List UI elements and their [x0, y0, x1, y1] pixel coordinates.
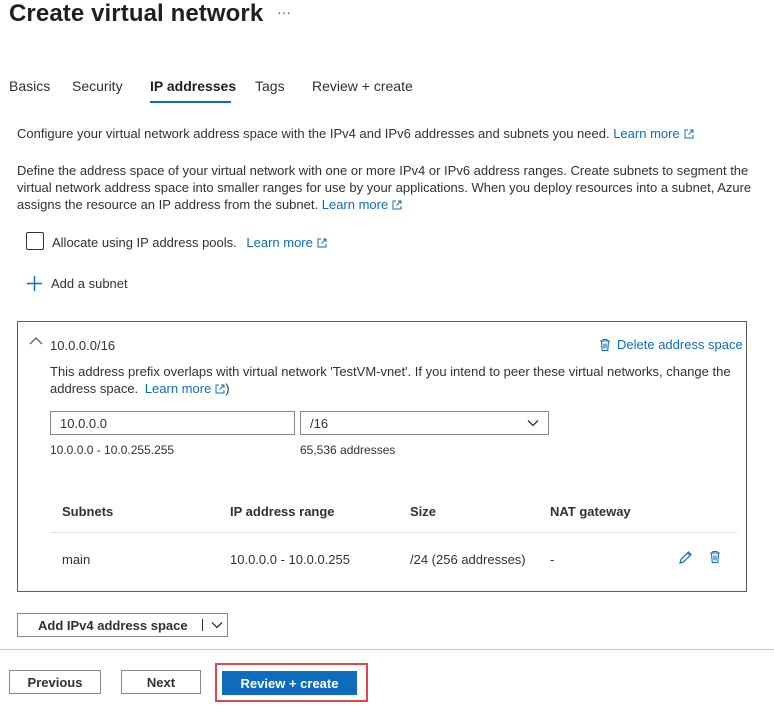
- address-space-title: 10.0.0.0/16: [50, 338, 116, 353]
- description-line: assigns the resource an IP address from …: [17, 196, 751, 213]
- delete-address-space-label: Delete address space: [617, 337, 743, 352]
- overlap-warning-line: address space. Learn more): [50, 381, 230, 396]
- add-subnet-button[interactable]: Add a subnet: [26, 275, 128, 292]
- external-link-icon: [215, 384, 225, 394]
- overlap-warning-line: This address prefix overlaps with virtua…: [50, 364, 731, 379]
- delete-address-space-button[interactable]: Delete address space: [599, 337, 743, 352]
- active-tab-indicator: [150, 101, 231, 103]
- col-header-ip-range: IP address range: [230, 504, 335, 519]
- col-header-nat-gateway: NAT gateway: [550, 504, 631, 519]
- previous-button[interactable]: Previous: [9, 670, 101, 694]
- external-link-icon: [317, 238, 327, 248]
- address-range-text: 10.0.0.0 - 10.0.255.255: [50, 443, 175, 457]
- col-header-size: Size: [410, 504, 437, 519]
- subnet-range: 10.0.0.0 - 10.0.0.255: [230, 552, 350, 567]
- address-input[interactable]: [50, 411, 295, 435]
- add-ipv4-address-space-button[interactable]: Add IPv4 address space: [17, 613, 228, 637]
- plus-icon: [27, 276, 42, 291]
- tab-basics[interactable]: Basics: [9, 78, 50, 94]
- description-text: Define the address space of your virtual…: [17, 162, 751, 213]
- footer-divider: [0, 649, 774, 650]
- description-line: Define the address space of your virtual…: [17, 163, 749, 178]
- prefix-select[interactable]: /16: [300, 411, 549, 435]
- allocate-learn-more-link[interactable]: Learn more: [246, 235, 327, 250]
- description-line: virtual network address space into small…: [17, 180, 752, 195]
- split-divider: [201, 619, 203, 631]
- intro-text-body: Configure your virtual network address s…: [17, 126, 610, 141]
- edit-subnet-icon[interactable]: [678, 550, 693, 565]
- prefix-select-value: /16: [310, 415, 329, 431]
- review-create-button[interactable]: Review + create: [222, 671, 357, 695]
- overlap-warning: This address prefix overlaps with virtua…: [50, 363, 731, 397]
- tab-ip-addresses[interactable]: IP addresses: [150, 78, 236, 94]
- add-subnet-label: Add a subnet: [51, 276, 128, 291]
- trash-icon: [600, 338, 610, 351]
- subnet-size: /24 (256 addresses): [410, 552, 526, 567]
- more-options-button[interactable]: ···: [277, 4, 291, 20]
- overlap-learn-more-link[interactable]: Learn more: [145, 381, 225, 396]
- description-learn-more-link[interactable]: Learn more: [322, 197, 402, 212]
- tab-security[interactable]: Security: [72, 78, 123, 94]
- address-count-text: 65,536 addresses: [300, 443, 396, 457]
- intro-text: Configure your virtual network address s…: [17, 125, 694, 142]
- allocate-label: Allocate using IP address pools.: [52, 235, 237, 250]
- col-header-subnets: Subnets: [62, 504, 114, 519]
- tab-tags[interactable]: Tags: [255, 78, 285, 94]
- allocate-ip-pools-checkbox[interactable]: [26, 232, 44, 250]
- allocate-row: Allocate using IP address pools. Learn m…: [52, 234, 327, 251]
- tab-review-create[interactable]: Review + create: [312, 78, 413, 94]
- subnet-nat-gateway: -: [550, 552, 555, 567]
- table-row: [50, 533, 737, 582]
- intro-learn-more-link[interactable]: Learn more: [613, 126, 694, 141]
- next-button[interactable]: Next: [121, 670, 201, 694]
- chevron-up-icon[interactable]: [29, 336, 43, 345]
- chevron-down-icon[interactable]: [211, 621, 223, 629]
- chevron-down-icon: [527, 420, 539, 427]
- add-ipv4-label: Add IPv4 address space: [38, 617, 188, 633]
- external-link-icon: [392, 200, 402, 210]
- subnet-name-link[interactable]: main: [62, 552, 90, 567]
- delete-subnet-icon[interactable]: [709, 550, 721, 564]
- external-link-icon: [684, 129, 694, 139]
- page-title: Create virtual network: [9, 0, 264, 27]
